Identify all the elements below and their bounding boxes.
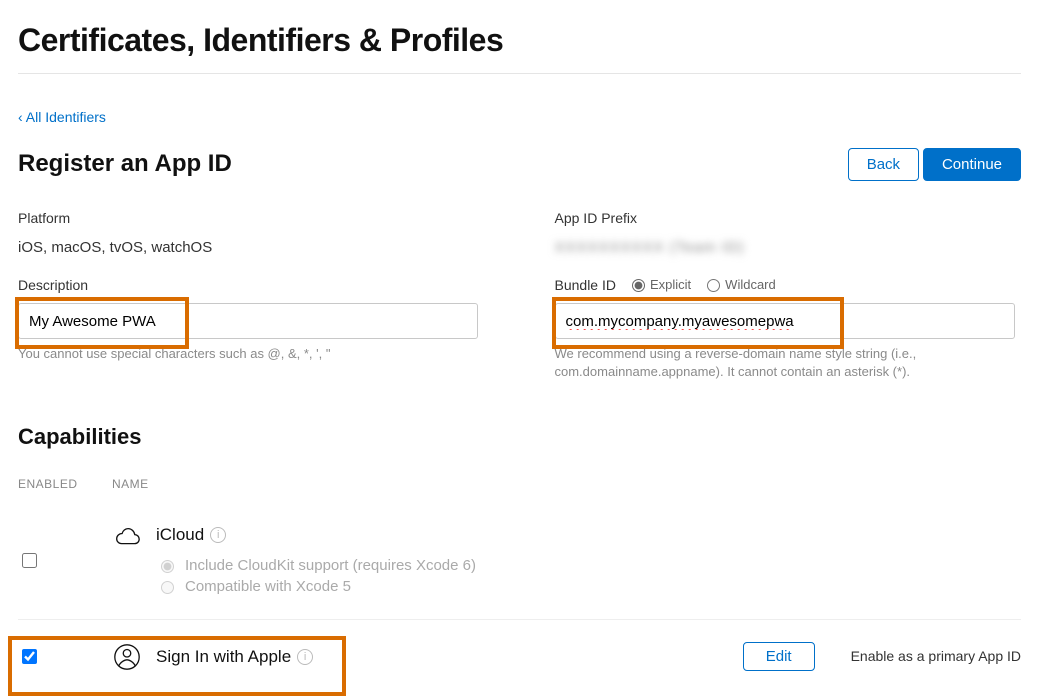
section-title: Register an App ID xyxy=(18,147,232,181)
description-helper: You cannot use special characters such a… xyxy=(18,345,478,363)
bundle-explicit-label: Explicit xyxy=(650,276,691,294)
icloud-opt-cloudkit-label: Include CloudKit support (requires Xcode… xyxy=(185,555,476,576)
icloud-label: iCloud xyxy=(156,523,204,547)
bundle-id-helper: We recommend using a reverse-domain name… xyxy=(555,345,1015,381)
description-label: Description xyxy=(18,276,485,296)
app-id-prefix-label: App ID Prefix xyxy=(555,209,1022,229)
cloud-icon xyxy=(112,523,142,553)
capabilities-header: ENABLED NAME xyxy=(18,476,1021,493)
bundle-id-label: Bundle ID xyxy=(555,276,616,296)
column-name: NAME xyxy=(112,476,1021,493)
bundle-id-input[interactable] xyxy=(555,303,1015,339)
platform-block: Platform iOS, macOS, tvOS, watchOS xyxy=(18,209,485,258)
person-circle-icon xyxy=(112,642,142,672)
description-block: Description You cannot use special chara… xyxy=(18,276,485,364)
icloud-opt-xcode5-label: Compatible with Xcode 5 xyxy=(185,576,351,597)
capabilities-title: Capabilities xyxy=(18,422,1021,453)
app-id-prefix-block: App ID Prefix XXXXXXXXXX (Team ID) xyxy=(555,209,1022,258)
back-link-text: All Identifiers xyxy=(26,109,106,125)
siwa-edit-button[interactable]: Edit xyxy=(743,642,815,671)
bundle-explicit-radio[interactable]: Explicit xyxy=(632,276,691,294)
platform-label: Platform xyxy=(18,209,485,229)
continue-button[interactable]: Continue xyxy=(923,148,1021,181)
bundle-wildcard-label: Wildcard xyxy=(725,276,776,294)
bundle-id-block: Bundle ID Explicit Wildcard We recommend… xyxy=(555,276,1022,382)
chevron-left-icon: ‹ xyxy=(18,109,26,125)
column-enabled: ENABLED xyxy=(18,476,112,493)
info-icon[interactable]: i xyxy=(297,649,313,665)
page-title: Certificates, Identifiers & Profiles xyxy=(18,18,1021,63)
action-buttons: Back Continue xyxy=(848,148,1021,181)
icloud-opt-cloudkit[interactable]: Include CloudKit support (requires Xcode… xyxy=(156,555,476,576)
siwa-label: Sign In with Apple xyxy=(156,645,291,669)
back-link[interactable]: ‹ All Identifiers xyxy=(18,109,106,125)
icloud-opt-xcode5[interactable]: Compatible with Xcode 5 xyxy=(156,576,476,597)
app-id-prefix-value: XXXXXXXXXX (Team ID) xyxy=(555,237,1022,258)
platform-value: iOS, macOS, tvOS, watchOS xyxy=(18,237,485,258)
description-input[interactable] xyxy=(18,303,478,339)
siwa-side-text: Enable as a primary App ID xyxy=(851,647,1021,667)
capability-row-siwa: Sign In with Apple i Edit Enable as a pr… xyxy=(18,632,1021,682)
back-button[interactable]: Back xyxy=(848,148,919,181)
siwa-checkbox[interactable] xyxy=(22,649,37,664)
info-icon[interactable]: i xyxy=(210,527,226,543)
icloud-sub-options: Include CloudKit support (requires Xcode… xyxy=(156,555,476,597)
capability-separator xyxy=(18,619,1021,620)
capability-row-icloud: iCloud i Include CloudKit support (requi… xyxy=(18,513,1021,607)
divider xyxy=(18,73,1021,74)
bundle-wildcard-radio[interactable]: Wildcard xyxy=(707,276,776,294)
icloud-checkbox[interactable] xyxy=(22,553,37,568)
